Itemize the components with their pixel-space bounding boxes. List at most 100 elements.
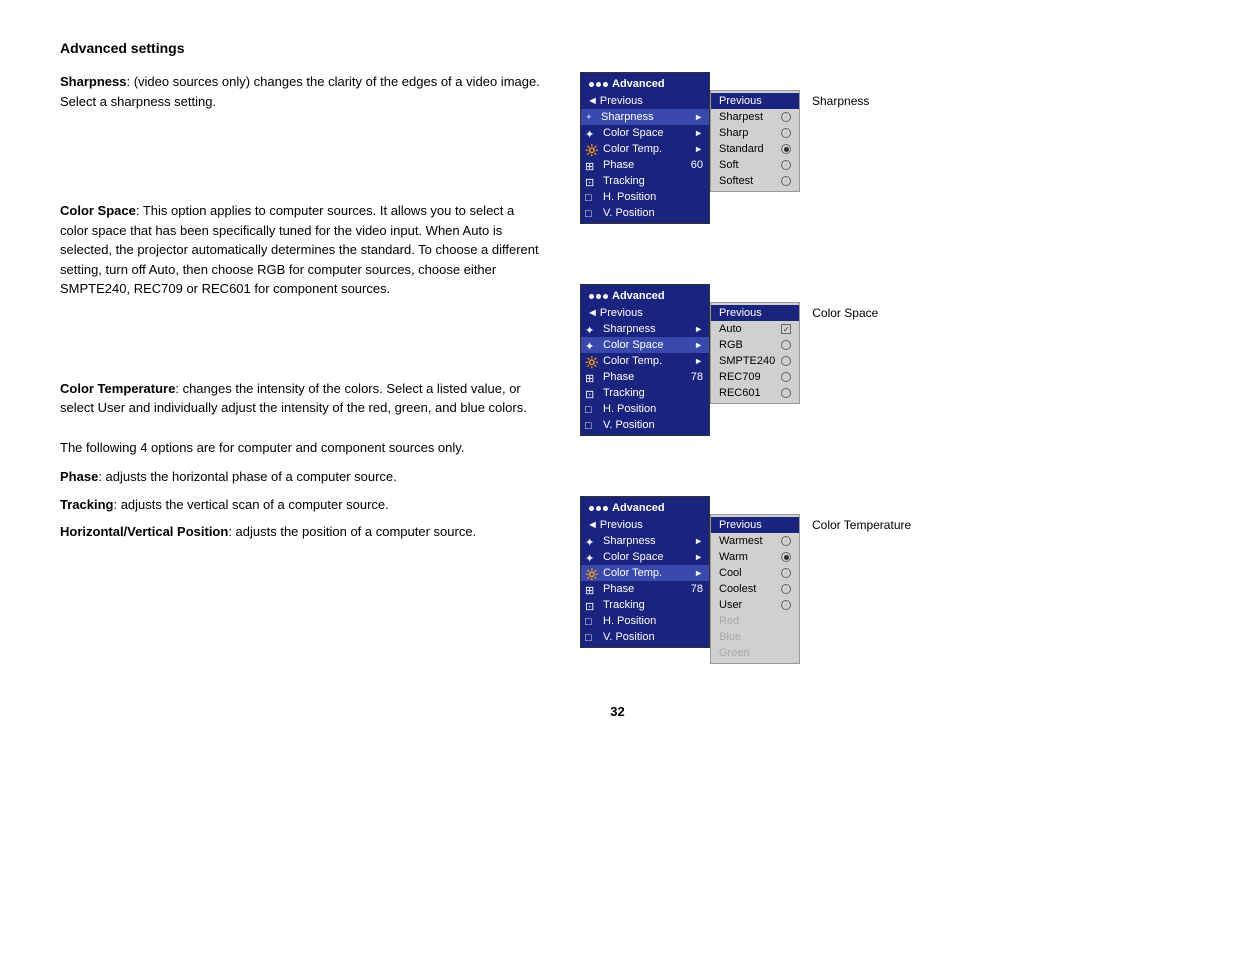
color-temp-block: Color Temperature: changes the intensity… [60, 379, 540, 418]
cs-submenu-rec709[interactable]: REC709 [711, 369, 799, 385]
hvposition-desc: : adjusts the position of a computer sou… [228, 524, 476, 539]
color-temp-icon: 🔆 [585, 144, 599, 154]
ct-dot2 [596, 506, 601, 511]
ct-coolest-label: Coolest [719, 583, 756, 595]
cs-smpte240-label: SMPTE240 [719, 355, 775, 367]
cs-submenu-rgb[interactable]: RGB [711, 337, 799, 353]
ct-color-space-item[interactable]: ✦ Color Space ► [581, 549, 709, 565]
submenu-standard[interactable]: Standard [711, 141, 799, 157]
ct-h-pos-icon: □ [585, 616, 599, 626]
cs-h-pos-item[interactable]: □ H. Position [581, 401, 709, 417]
color-temp-diagram: Advanced ◄ Previous ✦ Sharpness ► ✦ [580, 496, 911, 664]
cs-auto-label: Auto [719, 323, 742, 335]
ct-submenu-cool[interactable]: Cool [711, 565, 799, 581]
ct-tracking-item[interactable]: ⊡ Tracking [581, 597, 709, 613]
ct-submenu-warm[interactable]: Warm [711, 549, 799, 565]
softest-label: Softest [719, 175, 753, 187]
sharpness-menu-header: Advanced [581, 75, 709, 93]
sharpness-text: Sharpness: (video sources only) changes … [60, 72, 540, 111]
color-space-text: Color Space: This option applies to comp… [60, 201, 540, 299]
cs-rgb-radio [781, 340, 791, 350]
cs-sharpness-icon: ✦ [585, 324, 599, 334]
cs-arrow-right3: ► [694, 356, 703, 366]
note-block: The following 4 options are for computer… [60, 438, 540, 458]
ct-h-pos-item[interactable]: □ H. Position [581, 613, 709, 629]
color-temp-text: Color Temperature: changes the intensity… [60, 379, 540, 418]
color-temp-item[interactable]: 🔆 Color Temp. ► [581, 141, 709, 157]
cs-tracking-item[interactable]: ⊡ Tracking [581, 385, 709, 401]
tracking-item[interactable]: ⊡ Tracking [581, 173, 709, 189]
cs-menu-dots [589, 294, 608, 299]
v-pos-label: V. Position [603, 207, 703, 219]
cs-phase-label: Phase [603, 371, 687, 383]
sharpest-radio [781, 112, 791, 122]
color-space-block: Color Space: This option applies to comp… [60, 201, 540, 299]
ct-phase-label: Phase [603, 583, 687, 595]
submenu-sharp[interactable]: Sharp [711, 125, 799, 141]
ct-warm-label: Warm [719, 551, 748, 563]
ct-submenu-user[interactable]: User [711, 597, 799, 613]
sharpness-diagram: Advanced ◄ Previous ✦ Sharpness ► ✦ [580, 72, 911, 224]
ct-color-temp-item[interactable]: 🔆 Color Temp. ► [581, 565, 709, 581]
cs-color-space-icon: ✦ [585, 340, 599, 350]
cs-submenu-prev[interactable]: Previous [711, 305, 799, 321]
standard-radio [781, 144, 791, 154]
ct-red-label: Red [719, 615, 739, 627]
sharpness-menu-item-selected[interactable]: ✦ Sharpness ► [581, 109, 709, 125]
ct-v-pos-item[interactable]: □ V. Position [581, 629, 709, 645]
arrow-right: ► [694, 128, 703, 138]
ct-warmest-label: Warmest [719, 535, 763, 547]
cs-sharpness-item[interactable]: ✦ Sharpness ► [581, 321, 709, 337]
cs-h-pos-icon: □ [585, 404, 599, 414]
cs-submenu-auto[interactable]: Auto [711, 321, 799, 337]
ct-phase-item[interactable]: ⊞ Phase 78 [581, 581, 709, 597]
cs-phase-value: 78 [691, 371, 703, 383]
cs-submenu-rec601[interactable]: REC601 [711, 385, 799, 401]
ct-color-space-label: Color Space [603, 551, 690, 563]
color-temp-term: Color Temperature [60, 381, 175, 396]
submenu-softest[interactable]: Softest [711, 173, 799, 189]
phase-term: Phase [60, 469, 98, 484]
cs-arrow-right: ► [694, 324, 703, 334]
ct-sharpness-item[interactable]: ✦ Sharpness ► [581, 533, 709, 549]
sharp-label: Sharp [719, 127, 748, 139]
cs-v-pos-item[interactable]: □ V. Position [581, 417, 709, 433]
cs-phase-item[interactable]: ⊞ Phase 78 [581, 369, 709, 385]
ct-submenu-coolest[interactable]: Coolest [711, 581, 799, 597]
submenu-sharpest[interactable]: Sharpest [711, 109, 799, 125]
sharpness-menu-container: Advanced ◄ Previous ✦ Sharpness ► ✦ [580, 72, 800, 224]
soft-radio [781, 160, 791, 170]
color-temp-submenu: Previous Warmest Warm Cool [710, 514, 800, 664]
ct-cool-label: Cool [719, 567, 742, 579]
arrow-right: ► [694, 112, 703, 122]
cs-color-space-item[interactable]: ✦ Color Space ► [581, 337, 709, 353]
cs-rgb-label: RGB [719, 339, 743, 351]
color-temp-main-menu: Advanced ◄ Previous ✦ Sharpness ► ✦ [580, 496, 710, 648]
cs-smpte-radio [781, 356, 791, 366]
ct-submenu-warmest[interactable]: Warmest [711, 533, 799, 549]
color-space-item[interactable]: ✦ Color Space ► [581, 125, 709, 141]
dot3 [603, 82, 608, 87]
cs-color-temp-item[interactable]: 🔆 Color Temp. ► [581, 353, 709, 369]
ct-prev-label: Previous [600, 519, 643, 531]
ct-submenu-blue: Blue [711, 629, 799, 645]
ct-submenu-prev[interactable]: Previous [711, 517, 799, 533]
submenu-prev[interactable]: Previous [711, 93, 799, 109]
cs-back-arrow: ◄ [587, 307, 598, 319]
menu-dots [589, 82, 608, 87]
cs-submenu-smpte240[interactable]: SMPTE240 [711, 353, 799, 369]
v-position-item[interactable]: □ V. Position [581, 205, 709, 221]
cs-dot3 [603, 294, 608, 299]
sharp-radio [781, 128, 791, 138]
ct-sharpness-label: Sharpness [603, 535, 690, 547]
ct-tracking-icon: ⊡ [585, 600, 599, 610]
cs-color-temp-label: Color Temp. [603, 355, 690, 367]
sharpness-diagram-label: Sharpness [812, 94, 869, 108]
ct-dot3 [603, 506, 608, 511]
submenu-soft[interactable]: Soft [711, 157, 799, 173]
prev-label: Previous [600, 95, 643, 107]
ct-warmest-radio [781, 536, 791, 546]
color-space-term: Color Space [60, 203, 136, 218]
phase-item[interactable]: ⊞ Phase 60 [581, 157, 709, 173]
h-position-item[interactable]: □ H. Position [581, 189, 709, 205]
